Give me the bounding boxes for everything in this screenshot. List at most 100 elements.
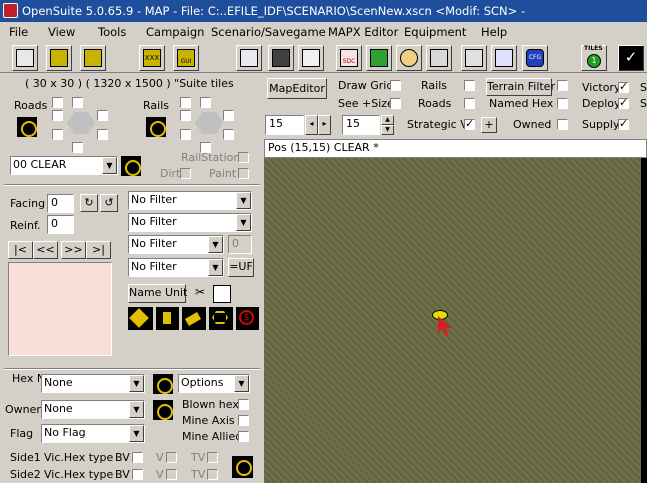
rotate-ccw-icon[interactable]: ↺: [100, 194, 118, 212]
tb-face-button[interactable]: [396, 45, 422, 71]
menu-equipment[interactable]: Equipment: [404, 25, 466, 39]
terrain-filter-button[interactable]: Terrain Filter: [486, 78, 555, 96]
tb-sdc-button[interactable]: SDC: [336, 45, 362, 71]
tb-arrows-button[interactable]: [491, 45, 517, 71]
supply-checkbox[interactable]: [618, 117, 629, 130]
terrain-filter-checkbox[interactable]: [557, 80, 568, 91]
mine-allied-checkbox[interactable]: [238, 431, 249, 442]
facing-input[interactable]: 0: [47, 194, 74, 213]
road-dir-check[interactable]: [52, 129, 63, 140]
filter-select-4[interactable]: No Filter ▼: [128, 258, 224, 277]
menu-scenario-savegame[interactable]: Scenario/Savegame: [211, 25, 326, 39]
tb-edit-button[interactable]: [236, 45, 262, 71]
filter-select-2[interactable]: No Filter ▼: [128, 213, 252, 232]
see-size-checkbox[interactable]: [390, 98, 401, 109]
tb-save-button[interactable]: [268, 45, 294, 71]
tb-print-button[interactable]: [426, 45, 452, 71]
terrain-select[interactable]: 00 CLEAR ▼: [10, 156, 118, 175]
rail-dir-check[interactable]: [180, 97, 191, 108]
tb-map-button[interactable]: [46, 45, 72, 71]
rotate-cw-icon[interactable]: ↻: [80, 194, 98, 212]
named-hex-checkbox[interactable]: [557, 98, 568, 109]
menu-file[interactable]: File: [9, 25, 28, 39]
spin2-up-button[interactable]: ▲: [381, 115, 394, 125]
nav-last-button[interactable]: >|: [86, 241, 111, 259]
rail-dir-check[interactable]: [180, 129, 191, 140]
tb-check-button[interactable]: ✓: [618, 45, 644, 71]
hex-name-select[interactable]: None ▼: [41, 374, 145, 393]
road-dir-check[interactable]: [52, 97, 63, 108]
road-dir-check[interactable]: [72, 142, 83, 153]
nav-next-button[interactable]: >>: [61, 241, 86, 259]
tb-cfg-button[interactable]: CFG: [522, 45, 548, 71]
spin1-input[interactable]: 15: [265, 115, 304, 135]
victory-checkbox[interactable]: [618, 80, 629, 93]
reinf-input[interactable]: 0: [47, 215, 74, 234]
dirt-checkbox[interactable]: [180, 168, 191, 179]
tb-tools-button[interactable]: [461, 45, 487, 71]
filter-small-input[interactable]: 0: [228, 235, 252, 254]
strategic-checkbox[interactable]: [464, 117, 475, 130]
copy-icon[interactable]: [213, 285, 231, 303]
hex-name-icon[interactable]: [153, 374, 173, 394]
road-dir-check[interactable]: [52, 110, 63, 121]
road-dir-check[interactable]: [72, 97, 83, 108]
unit-move-icon[interactable]: [156, 307, 179, 330]
tb-unit2-button[interactable]: [80, 45, 106, 71]
rails-toggle-icon[interactable]: [146, 117, 166, 137]
map-canvas[interactable]: [264, 158, 647, 483]
rail-dir-check[interactable]: [180, 110, 191, 121]
menu-view[interactable]: View: [48, 25, 75, 39]
plus-button[interactable]: +: [481, 117, 497, 133]
owner-icon[interactable]: [153, 400, 173, 420]
flag-select[interactable]: No Flag ▼: [41, 424, 145, 443]
unit-deploy-icon[interactable]: [182, 307, 206, 330]
filter-select-3[interactable]: No Filter ▼: [128, 235, 224, 254]
name-unit-button[interactable]: Name Unit: [128, 284, 187, 303]
road-dir-check[interactable]: [97, 110, 108, 121]
owner-select[interactable]: None ▼: [41, 400, 145, 419]
roads-toggle-icon[interactable]: [17, 117, 37, 137]
owned-checkbox[interactable]: [557, 119, 568, 130]
menu-campaign[interactable]: Campaign: [146, 25, 204, 39]
tb-page-button[interactable]: [366, 45, 392, 71]
tb-export-button[interactable]: [298, 45, 324, 71]
side2-v-checkbox[interactable]: [166, 469, 177, 480]
mapeditor-button[interactable]: MapEditor: [267, 78, 327, 99]
draw-grid-checkbox[interactable]: [390, 80, 401, 91]
menu-help[interactable]: Help: [481, 25, 507, 39]
menu-tools[interactable]: Tools: [98, 25, 126, 39]
rail-dir-check[interactable]: [223, 110, 234, 121]
tb-gui-button[interactable]: GUI: [173, 45, 199, 71]
side2-bv-checkbox[interactable]: [132, 469, 143, 480]
unit-hex-icon[interactable]: [209, 307, 233, 330]
filter-select-1[interactable]: No Filter ▼: [128, 191, 252, 210]
unit-s-icon[interactable]: S: [236, 307, 259, 330]
uf-button[interactable]: =UF: [228, 258, 254, 277]
tb-tiles-button[interactable]: TILES 1: [581, 45, 607, 71]
side1-tv-checkbox[interactable]: [207, 452, 218, 463]
nav-prev-button[interactable]: <<: [33, 241, 58, 259]
spin2-input[interactable]: 15: [342, 115, 380, 135]
tb-xxx-button[interactable]: XXX: [139, 45, 165, 71]
railstation-checkbox[interactable]: [238, 152, 249, 163]
spin2-down-button[interactable]: ▼: [381, 125, 394, 135]
menu-mapx-editor[interactable]: MAPX Editor: [328, 25, 398, 39]
paint-checkbox[interactable]: [238, 168, 249, 179]
cut-icon[interactable]: ✂: [192, 285, 208, 301]
mine-axis-checkbox[interactable]: [238, 415, 249, 426]
rails-filter-checkbox[interactable]: [464, 80, 475, 91]
unit-action-icon[interactable]: [128, 307, 153, 330]
spin1-left-button[interactable]: ◂: [305, 115, 318, 135]
terrain-apply-icon[interactable]: [121, 156, 141, 176]
spin1-right-button[interactable]: ▸: [318, 115, 331, 135]
options-select[interactable]: Options ▼: [178, 374, 250, 393]
tb-unit-button[interactable]: [12, 45, 38, 71]
side2-tv-checkbox[interactable]: [207, 469, 218, 480]
side1-v-checkbox[interactable]: [166, 452, 177, 463]
deploy-checkbox[interactable]: [618, 96, 629, 109]
blown-hex-checkbox[interactable]: [238, 399, 249, 410]
roads-filter-checkbox[interactable]: [464, 98, 475, 109]
lock-icon[interactable]: [232, 456, 253, 478]
road-dir-check[interactable]: [97, 129, 108, 140]
